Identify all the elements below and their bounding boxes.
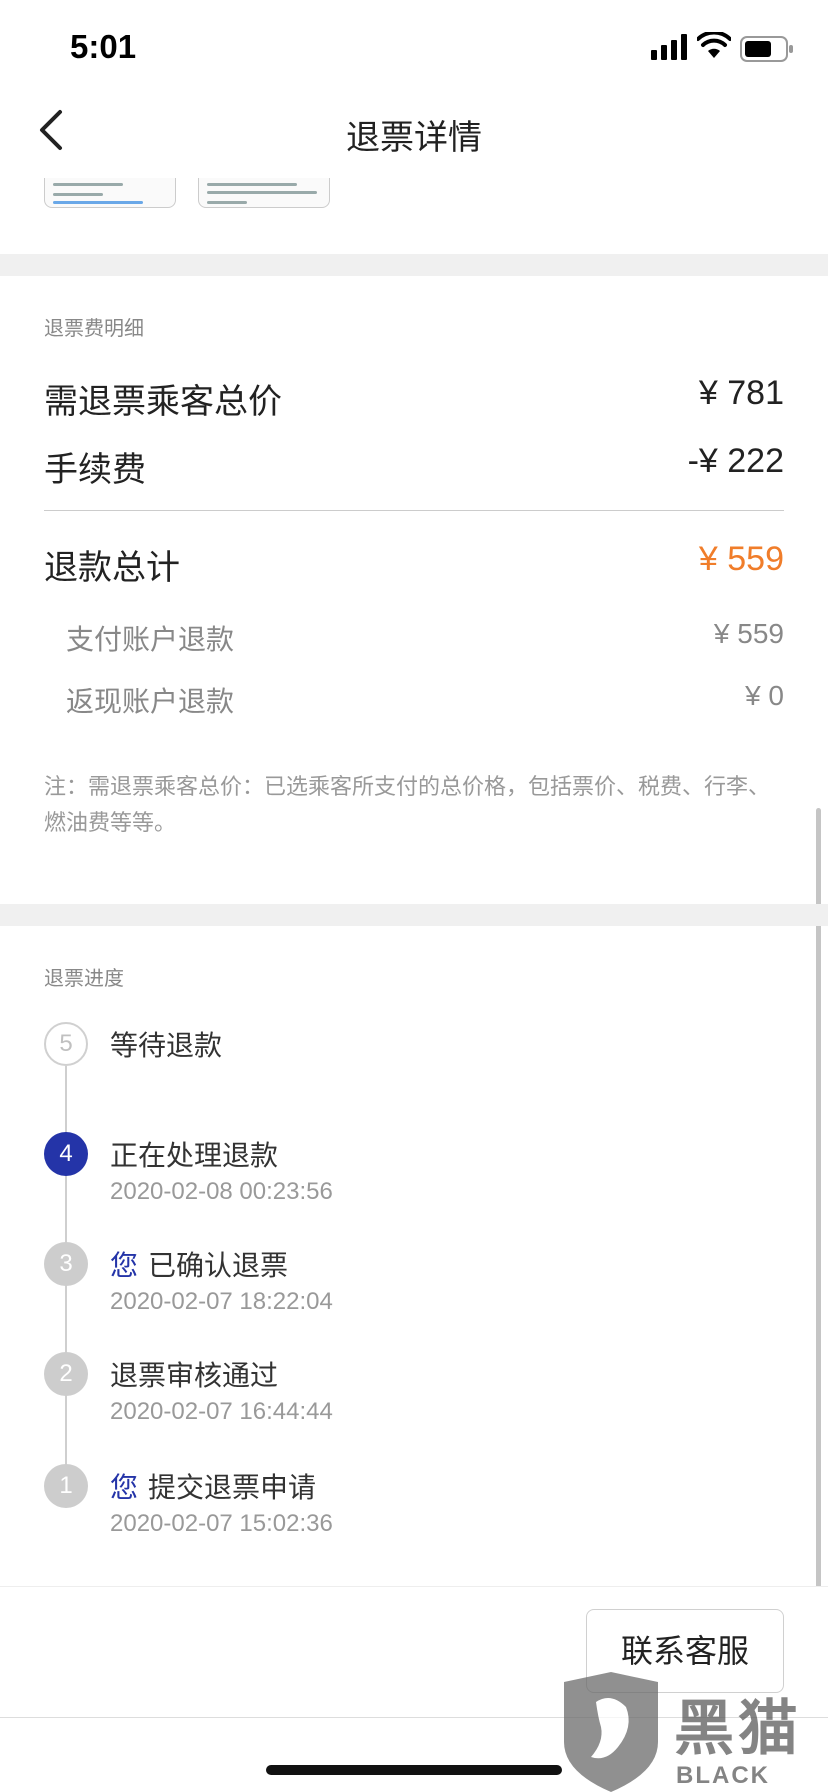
step-title-text: 已确认退票: [148, 1249, 289, 1282]
total-price-value: ¥ 781: [698, 374, 784, 412]
breakdown-value: ¥ 0: [745, 680, 784, 711]
step-title: 等待退款: [110, 1024, 222, 1064]
fee-section-title: 退票费明细: [44, 316, 144, 340]
step-number-2: 2: [44, 1352, 88, 1396]
breakdown-label: 支付账户退款: [66, 623, 235, 656]
step-title-text: 等待退款: [110, 1029, 223, 1062]
fee-row: 手续费 -¥ 222: [44, 442, 784, 492]
step-title: 正在处理退款: [110, 1134, 278, 1174]
step-title-text: 提交退票申请: [148, 1471, 317, 1504]
step-number-1: 1: [44, 1464, 88, 1508]
breakdown-row-payment: 支付账户退款 ¥ 559: [66, 618, 784, 658]
total-price-label: 需退票乘客总价: [44, 382, 282, 422]
status-time: 5:01: [70, 28, 137, 65]
progress-section-title: 退票进度: [44, 966, 124, 990]
step-time: 2020-02-08 00:23:56: [110, 1178, 333, 1205]
step-time: 2020-02-07 18:22:04: [110, 1288, 333, 1315]
step-time: 2020-02-07 15:02:36: [110, 1510, 333, 1537]
step-title-text: 退票审核通过: [110, 1359, 279, 1392]
step-title: 您已确认退票: [110, 1244, 288, 1284]
status-bar: 5:01: [0, 0, 828, 100]
step-actor: 您: [110, 1249, 139, 1282]
refund-total-row: 退款总计 ¥ 559: [44, 540, 784, 590]
attachment-thumbnail[interactable]: [44, 178, 176, 208]
wifi-icon: [697, 32, 731, 58]
breakdown-label: 返现账户退款: [66, 685, 235, 718]
signal-icon: [651, 34, 687, 60]
watermark-text: 黑猫: [674, 1694, 802, 1764]
breakdown-row-cashback: 返现账户退款 ¥ 0: [66, 680, 784, 720]
step-number-5: 5: [44, 1022, 88, 1066]
fee-label: 手续费: [44, 450, 146, 490]
step-title-text: 正在处理退款: [110, 1139, 279, 1172]
fee-note: 注：需退票乘客总价：已选乘客所支付的总价格，包括票价、税费、行李、燃油费等等。: [44, 775, 771, 836]
section-divider: [0, 254, 828, 276]
step-actor: 您: [110, 1471, 139, 1504]
refund-total-value: ¥ 559: [698, 540, 784, 578]
step-number-3: 3: [44, 1242, 88, 1286]
attachment-thumbnail[interactable]: [198, 178, 330, 208]
step-number-4: 4: [44, 1132, 88, 1176]
total-price-row: 需退票乘客总价 ¥ 781: [44, 374, 784, 424]
watermark-sub: BLACK CAT: [676, 1762, 770, 1792]
step-title: 退票审核通过: [110, 1354, 278, 1394]
step-title: 您提交退票申请: [110, 1466, 316, 1506]
cat-shield-icon: [564, 1672, 658, 1792]
watermark-logo: 黑猫 BLACK CAT: [556, 1672, 828, 1792]
fee-value: -¥ 222: [687, 442, 784, 480]
section-divider: [0, 904, 828, 926]
nav-bar: 退票详情: [0, 100, 828, 180]
attachment-thumbnails: [0, 178, 828, 214]
breakdown-value: ¥ 559: [713, 618, 784, 649]
fee-separator: [44, 510, 784, 511]
step-time: 2020-02-07 16:44:44: [110, 1398, 333, 1425]
refund-total-label: 退款总计: [44, 548, 180, 588]
page-title: 退票详情: [346, 118, 482, 158]
battery-icon: [740, 36, 793, 62]
home-indicator[interactable]: [266, 1765, 562, 1775]
